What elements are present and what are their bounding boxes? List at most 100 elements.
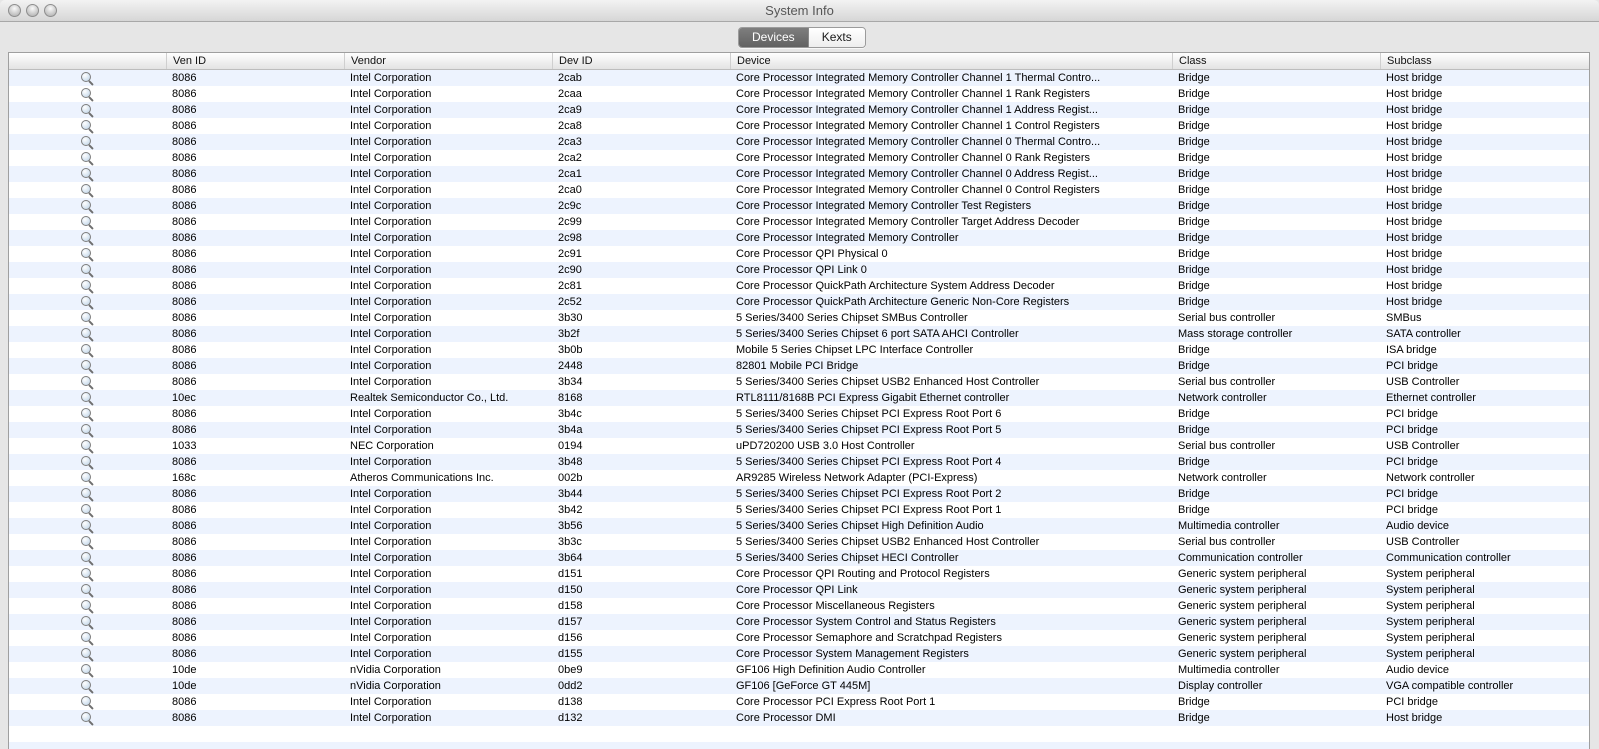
- table-row[interactable]: 8086 Intel Corporation d150 Core Process…: [9, 582, 1589, 598]
- magnifier-icon[interactable]: [81, 391, 94, 406]
- table-row[interactable]: 8086 Intel Corporation 2c99 Core Process…: [9, 214, 1589, 230]
- magnifier-icon[interactable]: [81, 647, 94, 662]
- cell-device: Core Processor Semaphore and Scratchpad …: [736, 632, 1002, 644]
- magnifier-icon[interactable]: [81, 375, 94, 390]
- magnifier-icon[interactable]: [81, 407, 94, 422]
- magnifier-icon[interactable]: [81, 519, 94, 534]
- table-row[interactable]: 8086 Intel Corporation 3b30 5 Series/340…: [9, 310, 1589, 326]
- cell-vendor: Intel Corporation: [350, 136, 432, 148]
- magnifier-icon[interactable]: [81, 471, 94, 486]
- table-row[interactable]: 8086 Intel Corporation d151 Core Process…: [9, 566, 1589, 582]
- table-row[interactable]: 8086 Intel Corporation 2ca0 Core Process…: [9, 182, 1589, 198]
- magnifier-icon[interactable]: [81, 311, 94, 326]
- magnifier-icon[interactable]: [81, 167, 94, 182]
- table-row[interactable]: 8086 Intel Corporation 3b44 5 Series/340…: [9, 486, 1589, 502]
- row-icon-cell: [9, 86, 166, 102]
- magnifier-icon[interactable]: [81, 359, 94, 374]
- table-row[interactable]: 8086 Intel Corporation 2ca9 Core Process…: [9, 102, 1589, 118]
- magnifier-icon[interactable]: [81, 615, 94, 630]
- magnifier-icon[interactable]: [81, 663, 94, 678]
- magnifier-icon[interactable]: [81, 135, 94, 150]
- table-row[interactable]: 8086 Intel Corporation d158 Core Process…: [9, 598, 1589, 614]
- header-vendor[interactable]: Vendor: [344, 53, 552, 69]
- cell-dev-id: 2c52: [558, 296, 582, 308]
- magnifier-handle: [88, 127, 94, 134]
- magnifier-icon[interactable]: [81, 327, 94, 342]
- header-device[interactable]: Device: [730, 53, 1172, 69]
- magnifier-icon[interactable]: [81, 263, 94, 278]
- table-row[interactable]: 8086 Intel Corporation 3b0b Mobile 5 Ser…: [9, 342, 1589, 358]
- magnifier-icon[interactable]: [81, 87, 94, 102]
- table-row[interactable]: 8086 Intel Corporation 2c81 Core Process…: [9, 278, 1589, 294]
- table-row[interactable]: 8086 Intel Corporation d138 Core Process…: [9, 694, 1589, 710]
- table-row[interactable]: 8086 Intel Corporation 3b34 5 Series/340…: [9, 374, 1589, 390]
- table-row[interactable]: 8086 Intel Corporation 2c90 Core Process…: [9, 262, 1589, 278]
- cell-class: Bridge: [1178, 296, 1210, 308]
- header-class[interactable]: Class: [1172, 53, 1380, 69]
- table-row[interactable]: 8086 Intel Corporation 3b4c 5 Series/340…: [9, 406, 1589, 422]
- magnifier-handle: [88, 159, 94, 166]
- tab-kexts[interactable]: Kexts: [808, 28, 865, 47]
- magnifier-icon[interactable]: [81, 71, 94, 86]
- magnifier-icon[interactable]: [81, 343, 94, 358]
- magnifier-icon[interactable]: [81, 567, 94, 582]
- magnifier-icon[interactable]: [81, 599, 94, 614]
- magnifier-icon[interactable]: [81, 535, 94, 550]
- magnifier-icon[interactable]: [81, 151, 94, 166]
- table-row[interactable]: 10de nVidia Corporation 0be9 GF106 High …: [9, 662, 1589, 678]
- table-row[interactable]: 1033 NEC Corporation 0194 uPD720200 USB …: [9, 438, 1589, 454]
- table-row[interactable]: 8086 Intel Corporation d156 Core Process…: [9, 630, 1589, 646]
- table-row[interactable]: 8086 Intel Corporation 3b56 5 Series/340…: [9, 518, 1589, 534]
- table-row[interactable]: 8086 Intel Corporation 2448 82801 Mobile…: [9, 358, 1589, 374]
- cell-vendor: Intel Corporation: [350, 648, 432, 660]
- table-row[interactable]: 8086 Intel Corporation 2c98 Core Process…: [9, 230, 1589, 246]
- table-row[interactable]: 8086 Intel Corporation 2ca8 Core Process…: [9, 118, 1589, 134]
- magnifier-icon[interactable]: [81, 695, 94, 710]
- table-row[interactable]: 8086 Intel Corporation d157 Core Process…: [9, 614, 1589, 630]
- table-row[interactable]: 168c Atheros Communications Inc. 002b AR…: [9, 470, 1589, 486]
- table-row[interactable]: 8086 Intel Corporation 2c52 Core Process…: [9, 294, 1589, 310]
- magnifier-icon[interactable]: [81, 199, 94, 214]
- magnifier-icon[interactable]: [81, 551, 94, 566]
- magnifier-icon[interactable]: [81, 103, 94, 118]
- table-row[interactable]: 8086 Intel Corporation 3b4a 5 Series/340…: [9, 422, 1589, 438]
- magnifier-icon[interactable]: [81, 439, 94, 454]
- table-row[interactable]: 8086 Intel Corporation 2ca2 Core Process…: [9, 150, 1589, 166]
- table-row[interactable]: 8086 Intel Corporation d155 Core Process…: [9, 646, 1589, 662]
- table-row[interactable]: 8086 Intel Corporation 3b64 5 Series/340…: [9, 550, 1589, 566]
- table-row[interactable]: 8086 Intel Corporation 2ca1 Core Process…: [9, 166, 1589, 182]
- magnifier-icon[interactable]: [81, 247, 94, 262]
- table-row[interactable]: 8086 Intel Corporation 2caa Core Process…: [9, 86, 1589, 102]
- magnifier-icon[interactable]: [81, 215, 94, 230]
- magnifier-icon[interactable]: [81, 455, 94, 470]
- table-row[interactable]: 8086 Intel Corporation 3b2f 5 Series/340…: [9, 326, 1589, 342]
- header-dev-id[interactable]: Dev ID: [552, 53, 730, 69]
- table-row[interactable]: 8086 Intel Corporation 2c9c Core Process…: [9, 198, 1589, 214]
- table-row[interactable]: 10ec Realtek Semiconductor Co., Ltd. 816…: [9, 390, 1589, 406]
- magnifier-icon[interactable]: [81, 583, 94, 598]
- table-row[interactable]: 8086 Intel Corporation 3b48 5 Series/340…: [9, 454, 1589, 470]
- magnifier-icon[interactable]: [81, 183, 94, 198]
- tab-devices[interactable]: Devices: [739, 28, 809, 47]
- header-ven-id[interactable]: Ven ID: [166, 53, 344, 69]
- table-row[interactable]: 8086 Intel Corporation d132 Core Process…: [9, 710, 1589, 726]
- magnifier-icon[interactable]: [81, 711, 94, 726]
- magnifier-icon[interactable]: [81, 487, 94, 502]
- magnifier-icon[interactable]: [81, 279, 94, 294]
- magnifier-icon[interactable]: [81, 503, 94, 518]
- magnifier-icon[interactable]: [81, 295, 94, 310]
- table-row[interactable]: 8086 Intel Corporation 3b42 5 Series/340…: [9, 502, 1589, 518]
- magnifier-icon[interactable]: [81, 119, 94, 134]
- table-row[interactable]: 10de nVidia Corporation 0dd2 GF106 [GeFo…: [9, 678, 1589, 694]
- cell-vendor: Intel Corporation: [350, 232, 432, 244]
- magnifier-icon[interactable]: [81, 631, 94, 646]
- cell-device: Core Processor Integrated Memory Control…: [736, 184, 1100, 196]
- table-row[interactable]: 8086 Intel Corporation 2ca3 Core Process…: [9, 134, 1589, 150]
- header-subclass[interactable]: Subclass: [1380, 53, 1589, 69]
- table-row[interactable]: 8086 Intel Corporation 3b3c 5 Series/340…: [9, 534, 1589, 550]
- magnifier-icon[interactable]: [81, 423, 94, 438]
- table-row[interactable]: 8086 Intel Corporation 2cab Core Process…: [9, 70, 1589, 86]
- magnifier-icon[interactable]: [81, 231, 94, 246]
- table-row[interactable]: 8086 Intel Corporation 2c91 Core Process…: [9, 246, 1589, 262]
- magnifier-icon[interactable]: [81, 679, 94, 694]
